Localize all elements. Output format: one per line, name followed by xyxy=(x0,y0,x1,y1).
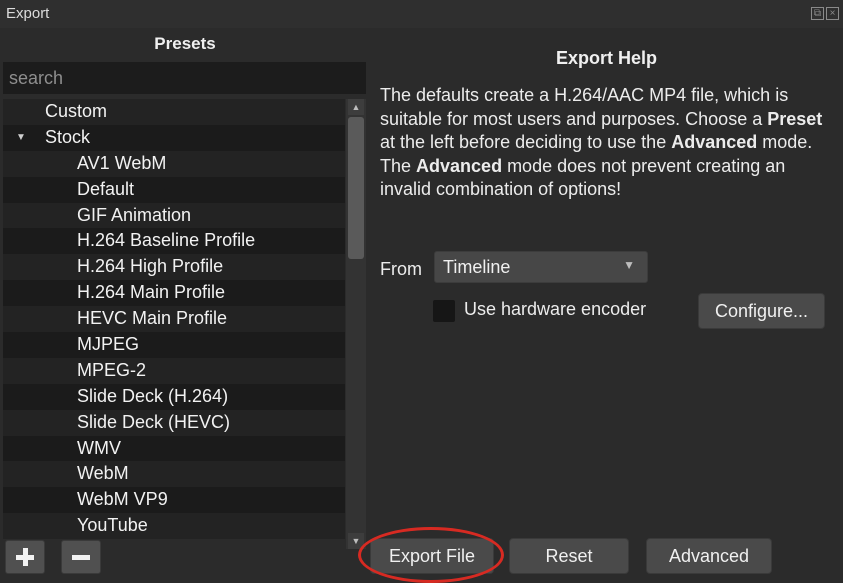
tree-item-label: Custom xyxy=(45,101,108,121)
help-text: The defaults create a H.264/AAC MP4 file… xyxy=(380,84,840,202)
tree-item[interactable]: HEVC Main Profile xyxy=(3,306,345,332)
tree-item-label: AV1 WebM xyxy=(77,152,167,173)
close-icon[interactable]: × xyxy=(826,7,839,20)
tree-item-label: Slide Deck (H.264) xyxy=(77,385,229,406)
help-text-bold: Advanced xyxy=(671,132,758,152)
presets-header: Presets xyxy=(154,34,216,53)
search-input[interactable] xyxy=(3,62,366,94)
tree-item[interactable]: WMV xyxy=(3,435,345,462)
tree-item[interactable]: Slide Deck (H.264) xyxy=(3,383,345,410)
hardware-encoder-label: Use hardware encoder xyxy=(464,299,647,319)
help-text-bold: Advanced xyxy=(416,155,503,176)
tree-item[interactable]: WebM xyxy=(3,461,345,487)
tree-item-label: WebM xyxy=(77,463,129,484)
export-file-button[interactable]: Export File xyxy=(370,538,494,574)
float-icon[interactable]: ⧉ xyxy=(811,7,824,20)
tree-item-label: H.264 High Profile xyxy=(77,256,224,277)
presets-tree: Custom ▼ Stock AV1 WebM Default GIF Animation… xyxy=(3,99,345,539)
export-help-panel: Export Help The defaults create a H.264/… xyxy=(370,28,843,579)
tree-item-label: WMV xyxy=(77,437,121,458)
tree-item-label: H.264 Baseline Profile xyxy=(77,230,256,251)
configure-button[interactable]: Configure... xyxy=(698,293,825,329)
tree-item[interactable]: GIF Animation xyxy=(3,203,345,229)
help-text-bold: Preset xyxy=(767,108,823,129)
help-text-span: The defaults create a H.264/AAC MP4 file… xyxy=(380,85,789,129)
tree-item[interactable]: H.264 High Profile xyxy=(3,254,345,280)
tree-item[interactable]: Default xyxy=(3,176,345,203)
reset-button[interactable]: Reset xyxy=(509,538,629,574)
expand-arrow-icon[interactable]: ▼ xyxy=(16,125,26,151)
tree-item-label: GIF Animation xyxy=(77,204,192,225)
tree-item-label: WebM VP9 xyxy=(77,489,168,510)
from-select[interactable]: Timeline ▼ xyxy=(434,251,648,283)
tree-item[interactable]: AV1 WebM xyxy=(3,151,345,177)
from-label: From xyxy=(380,259,422,279)
tree-item[interactable]: H.264 Main Profile xyxy=(3,280,345,307)
tree-item-label: HEVC Main Profile xyxy=(77,308,228,329)
tree-item[interactable]: YouTube xyxy=(3,513,345,539)
help-title: Export Help xyxy=(555,48,657,68)
tree-item[interactable]: MPEG-2 xyxy=(3,358,345,384)
remove-preset-button[interactable] xyxy=(61,540,101,574)
tree-item-label: MJPEG xyxy=(77,334,140,355)
window-titlebar: Export ⧉ × xyxy=(0,0,843,28)
tree-item[interactable]: MJPEG xyxy=(3,332,345,358)
from-select-value: Timeline xyxy=(443,257,511,277)
window-title: Export xyxy=(6,5,50,22)
tree-item[interactable]: WebM VP9 xyxy=(3,487,345,514)
scroll-up-arrow-icon[interactable]: ▲ xyxy=(348,99,364,115)
add-preset-button[interactable] xyxy=(5,540,45,574)
tree-item[interactable]: ▼ Stock xyxy=(3,124,345,151)
minus-icon xyxy=(72,554,90,560)
presets-panel: Presets Custom ▼ Stock AV1 WebM Default GIF A… xyxy=(0,28,370,579)
title-controls: ⧉ × xyxy=(811,7,839,20)
tree-item-label: Default xyxy=(77,178,135,199)
tree-item-label: MPEG-2 xyxy=(77,359,147,380)
chevron-down-icon: ▼ xyxy=(623,258,635,272)
tree-item[interactable]: Slide Deck (HEVC) xyxy=(3,410,345,436)
tree-item[interactable]: H.264 Baseline Profile xyxy=(3,228,345,255)
tree-item-label: H.264 Main Profile xyxy=(77,282,226,303)
hardware-encoder-checkbox[interactable] xyxy=(433,300,455,322)
scroll-down-arrow-icon[interactable]: ▼ xyxy=(348,533,364,549)
plus-icon xyxy=(16,548,34,566)
tree-item-label: YouTube xyxy=(77,515,148,536)
advanced-button[interactable]: Advanced xyxy=(646,538,772,574)
help-text-span: at the left before deciding to use the xyxy=(380,132,672,152)
tree-item-label: Stock xyxy=(45,126,91,147)
tree-item-label: Slide Deck (HEVC) xyxy=(77,411,231,432)
tree-scrollbar[interactable]: ▲ ▼ xyxy=(346,99,366,549)
tree-item[interactable]: Custom xyxy=(3,99,345,125)
scroll-thumb[interactable] xyxy=(348,117,364,259)
